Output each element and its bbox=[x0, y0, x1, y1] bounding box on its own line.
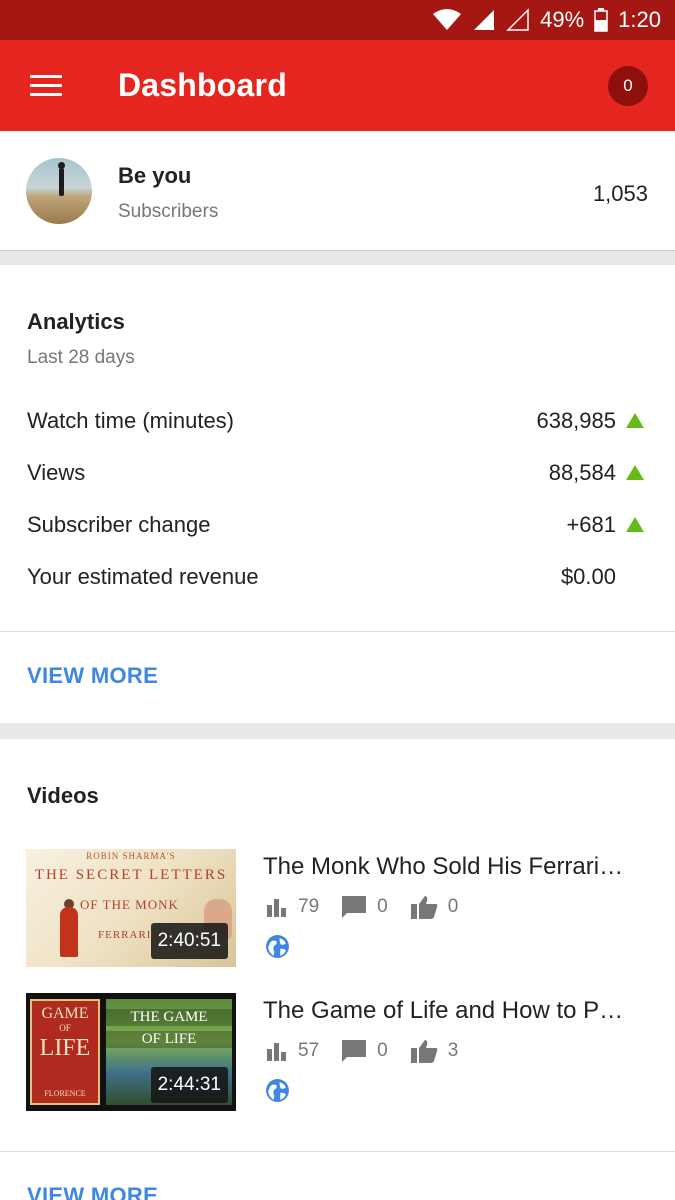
thumb-title-text: THE SECRET LETTERS bbox=[34, 867, 228, 883]
book-cover-text: LIFE bbox=[39, 1035, 91, 1061]
channel-card[interactable] bbox=[0, 131, 675, 251]
page-title: Dashboard bbox=[118, 67, 287, 103]
likes-count: 3 bbox=[447, 1040, 459, 1061]
wifi-icon bbox=[432, 8, 462, 32]
battery-icon bbox=[594, 8, 608, 32]
clock: 1:20 bbox=[618, 7, 661, 32]
comments-count: 0 bbox=[377, 896, 388, 917]
metric-row-subscriber-change: Subscriber change +681 bbox=[27, 512, 648, 544]
notification-badge[interactable]: 0 bbox=[608, 66, 648, 106]
video-title[interactable]: The Monk Who Sold His Ferrari… bbox=[263, 853, 623, 881]
metric-value: +681 bbox=[566, 512, 616, 537]
trend-up-icon bbox=[626, 465, 644, 480]
status-bar: 49% 1:20 bbox=[0, 0, 675, 40]
thumb-author-text: ROBIN SHARMA'S bbox=[86, 851, 176, 861]
views-count: 79 bbox=[298, 896, 320, 917]
divider bbox=[0, 631, 675, 632]
thumbs-up-icon bbox=[410, 896, 438, 919]
videos-card: Videos ROBIN SHARMA'S THE SECRET LETTERS… bbox=[0, 739, 675, 1200]
videos-title: Videos bbox=[27, 783, 99, 808]
battery-percent: 49% bbox=[540, 7, 585, 32]
metric-row-revenue: Your estimated revenue $0.00 bbox=[27, 564, 648, 596]
views-count: 57 bbox=[298, 1040, 320, 1061]
subscribers-label: Subscribers bbox=[118, 201, 219, 222]
analytics-title: Analytics bbox=[27, 309, 125, 334]
metric-value: 88,584 bbox=[548, 460, 616, 485]
thumbnail-title-text: THE GAME bbox=[106, 1009, 232, 1026]
analytics-view-more-link[interactable]: VIEW MORE bbox=[27, 663, 158, 689]
metric-value: $0.00 bbox=[560, 564, 616, 589]
video-thumbnail[interactable]: ROBIN SHARMA'S THE SECRET LETTERS OF THE… bbox=[26, 849, 236, 967]
book-cover-text: GAME bbox=[41, 1005, 89, 1022]
book-cover: GAME OF LIFE FLORENCE bbox=[30, 999, 100, 1105]
views-stat: 79 bbox=[266, 896, 319, 918]
signal-empty-icon bbox=[506, 8, 530, 32]
video-duration: 2:40:51 bbox=[150, 923, 228, 959]
thumb-lower-text: FERRARI bbox=[98, 929, 152, 941]
video-duration: 2:44:31 bbox=[150, 1067, 228, 1103]
comments-count: 0 bbox=[377, 1040, 388, 1061]
trend-up-icon bbox=[626, 413, 644, 428]
trend-up-icon bbox=[626, 517, 644, 532]
likes-count: 0 bbox=[447, 896, 459, 917]
analytics-period: Last 28 days bbox=[27, 347, 135, 368]
comments-stat: 0 bbox=[341, 1039, 388, 1063]
video-thumbnail[interactable]: GAME OF LIFE FLORENCE THE GAME OF LIFE 2… bbox=[26, 993, 236, 1111]
likes-stat: 3 bbox=[410, 1039, 459, 1063]
thumb-subtitle-text: OF THE MONK bbox=[80, 897, 179, 912]
thumbnail-subtitle-text: OF LIFE bbox=[106, 1031, 232, 1048]
likes-stat: 0 bbox=[410, 895, 459, 919]
video-stats: 57 0 3 bbox=[266, 1038, 480, 1064]
monk-figure bbox=[60, 907, 78, 957]
globe-icon bbox=[266, 1079, 289, 1102]
metric-label: Watch time (minutes) bbox=[27, 408, 235, 433]
metric-row-watch-time: Watch time (minutes) 638,985 bbox=[27, 408, 648, 440]
book-author-text: FLORENCE bbox=[44, 1089, 86, 1098]
bar-chart-icon bbox=[267, 899, 286, 917]
subscriber-count: 1,053 bbox=[592, 181, 648, 206]
metric-value: 638,985 bbox=[536, 408, 616, 433]
comment-icon bbox=[342, 896, 367, 918]
divider bbox=[0, 1151, 675, 1152]
thumbs-up-icon bbox=[410, 1040, 438, 1063]
metric-label: Your estimated revenue bbox=[27, 564, 259, 589]
videos-view-more-link[interactable]: VIEW MORE bbox=[27, 1183, 158, 1200]
views-stat: 57 bbox=[266, 1040, 319, 1062]
comments-stat: 0 bbox=[341, 895, 388, 919]
signal-icon bbox=[472, 8, 496, 32]
globe-icon bbox=[266, 935, 289, 958]
video-title[interactable]: The Game of Life and How to P… bbox=[263, 997, 623, 1025]
app-bar: Dashboard 0 bbox=[0, 40, 675, 131]
analytics-card: Analytics Last 28 days Watch time (minut… bbox=[0, 265, 675, 723]
bar-chart-icon bbox=[267, 1043, 286, 1061]
metric-label: Views bbox=[27, 460, 86, 485]
book-cover-text: OF bbox=[59, 1023, 71, 1033]
hamburger-menu-icon[interactable] bbox=[30, 74, 62, 97]
metric-label: Subscriber change bbox=[27, 512, 211, 537]
comment-icon bbox=[342, 1040, 367, 1062]
metric-row-views: Views 88,584 bbox=[27, 460, 648, 492]
video-stats: 79 0 0 bbox=[266, 894, 480, 920]
avatar bbox=[26, 158, 92, 224]
channel-name: Be you bbox=[118, 163, 192, 188]
